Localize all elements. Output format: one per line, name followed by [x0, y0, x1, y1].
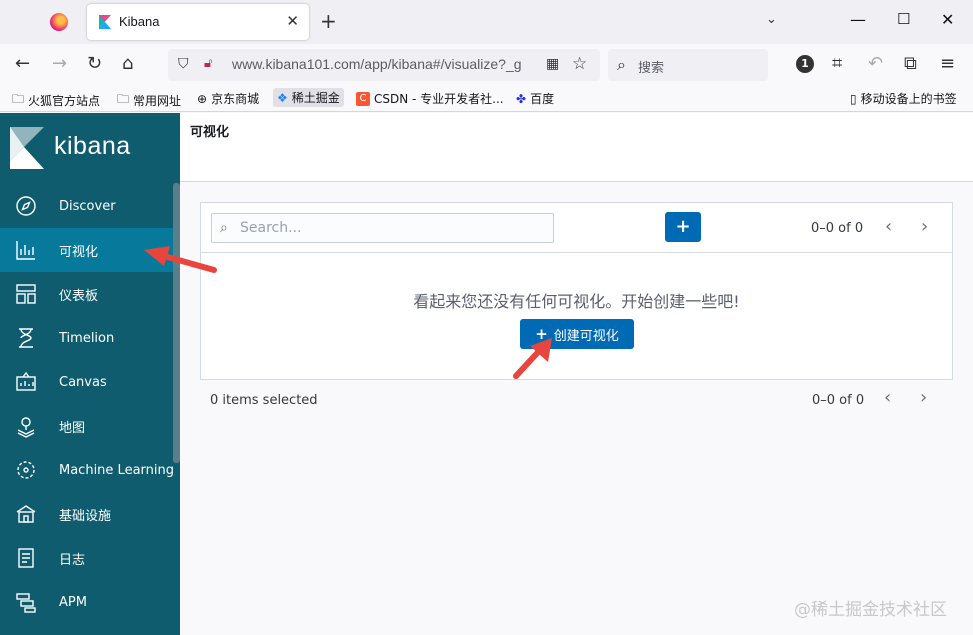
- sidebar-item-discover[interactable]: Discover: [0, 184, 172, 228]
- maximize-icon[interactable]: ☐: [897, 10, 910, 28]
- kibana-favicon-icon: [99, 15, 111, 29]
- sidebar-item-timelion[interactable]: Timelion: [0, 316, 172, 360]
- ml-icon: [17, 461, 35, 479]
- search-input[interactable]: [240, 218, 540, 238]
- chevron-left-icon[interactable]: ‹: [885, 216, 892, 237]
- kibana-brand-text: kibana: [54, 132, 131, 160]
- sidebar-item-label: APM: [59, 594, 87, 610]
- logs-icon: [18, 548, 34, 568]
- reload-icon[interactable]: ↻: [87, 54, 102, 74]
- kibana-logo-icon: [10, 127, 44, 169]
- account-badge-icon[interactable]: 1: [796, 55, 814, 73]
- compass-icon: [16, 196, 36, 216]
- sidebar-item-label: 基础设施: [59, 508, 112, 524]
- bookmark-item[interactable]: 🗀 常用网址: [117, 90, 181, 111]
- create-visualization-label: 创建可视化: [553, 328, 619, 344]
- back-icon[interactable]: ←: [15, 54, 30, 74]
- browser-nav-bar: ← → ↻ ⌂ ⛉ 🔓︎ www.kibana101.com/app/kiban…: [0, 44, 973, 86]
- sidebar-item-machine-learning[interactable]: Machine Learning: [0, 448, 174, 492]
- bookmark-item[interactable]: ❖ 稀土掘金: [273, 88, 344, 107]
- dashboard-icon: [16, 284, 36, 304]
- sidebar-item-label: 仪表板: [59, 288, 99, 304]
- tab-title: Kibana: [119, 14, 160, 29]
- shield-icon[interactable]: ⛉: [178, 56, 189, 72]
- canvas-icon: [16, 371, 36, 391]
- qr-code-icon[interactable]: ▦: [546, 56, 559, 72]
- sidebar-item-infrastructure[interactable]: 基础设施: [0, 492, 172, 536]
- insecure-lock-icon[interactable]: 🔓︎: [204, 56, 212, 71]
- crop-icon[interactable]: ⌗: [832, 54, 842, 74]
- sidebar-item-canvas[interactable]: Canvas: [0, 360, 172, 404]
- browser-tab[interactable]: Kibana ✕: [87, 4, 309, 40]
- annotation-arrow-icon: [144, 246, 217, 273]
- sidebar-item-logs[interactable]: 日志: [0, 536, 172, 580]
- juejin-icon: ❖: [277, 90, 288, 105]
- kibana-sidebar: kibana Discover 可视化 仪表板 Timelion Canvas: [0, 113, 180, 635]
- chevron-left-icon[interactable]: ‹: [884, 387, 891, 408]
- apm-icon: [16, 593, 36, 613]
- bookmark-item[interactable]: ▯ 移动设备上的书签: [850, 90, 957, 107]
- folder-icon: 🗀: [117, 92, 130, 106]
- pager-count: 0–0 of 0: [811, 221, 864, 236]
- folder-icon: 🗀: [12, 92, 25, 106]
- bookmark-item[interactable]: 🗀 火狐官方站点: [12, 90, 100, 111]
- infrastructure-icon: [16, 505, 36, 523]
- pager-count-bottom: 0–0 of 0: [812, 393, 865, 408]
- sidebar-item-dashboard[interactable]: 仪表板: [0, 272, 172, 316]
- bookmark-item[interactable]: ⊕ 京东商城: [197, 90, 259, 107]
- new-tab-icon[interactable]: +: [320, 10, 337, 32]
- sidebar-item-label: 日志: [59, 552, 86, 568]
- add-visualization-button[interactable]: +: [665, 212, 701, 242]
- bookmark-item[interactable]: C CSDN - 专业开发者社...: [356, 90, 504, 107]
- sidebar-scrollbar[interactable]: [173, 183, 180, 463]
- sidebar-item-label: Timelion: [59, 330, 115, 346]
- bookmark-item[interactable]: ✤ 百度: [516, 90, 554, 107]
- timelion-icon: [19, 328, 33, 348]
- window-close-icon[interactable]: ✕: [941, 10, 954, 29]
- search-icon: ⌕: [617, 55, 626, 74]
- forward-icon[interactable]: →: [52, 54, 67, 74]
- undo-icon[interactable]: ↶: [868, 54, 883, 74]
- watermark-text: @稀土掘金技术社区: [794, 600, 947, 620]
- baidu-paw-icon: ✤: [516, 91, 527, 106]
- menu-icon[interactable]: ≡: [940, 54, 955, 74]
- sidebar-item-label: Machine Learning: [59, 462, 174, 478]
- kibana-brand[interactable]: kibana: [0, 113, 180, 181]
- browser-search-box[interactable]: ⌕ 搜索: [608, 49, 768, 81]
- search-field[interactable]: ⌕: [211, 213, 554, 243]
- visualizations-panel: ⌕ + 0–0 of 0 ‹ › 看起来您还没有任何可视化。开始创建一些吧! +…: [200, 202, 953, 380]
- page-title: 可视化: [190, 125, 230, 140]
- sidebar-item-label: Discover: [59, 198, 116, 214]
- url-text[interactable]: www.kibana101.com/app/kibana#/visualize?…: [232, 56, 548, 72]
- globe-icon: ⊕: [197, 91, 208, 106]
- chevron-right-icon[interactable]: ›: [920, 387, 927, 408]
- close-tab-icon[interactable]: ✕: [286, 12, 299, 30]
- empty-state-message: 看起来您还没有任何可视化。开始创建一些吧!: [413, 292, 740, 311]
- map-icon: [17, 417, 35, 438]
- csdn-icon: C: [356, 91, 370, 106]
- browser-tab-bar: Kibana ✕ + ⌄ — ☐ ✕: [0, 0, 973, 44]
- sidebar-item-apm[interactable]: APM: [0, 580, 172, 624]
- extensions-icon[interactable]: ⧉: [904, 54, 917, 74]
- sidebar-item-label: 可视化: [59, 244, 99, 260]
- annotation-arrow-icon: [513, 338, 552, 379]
- panel-toolbar: ⌕ + 0–0 of 0 ‹ ›: [201, 203, 952, 253]
- chevron-right-icon[interactable]: ›: [921, 216, 928, 237]
- search-icon: ⌕: [220, 220, 228, 236]
- browser-search-placeholder: 搜索: [638, 61, 665, 76]
- url-bar[interactable]: ⛉ 🔓︎ www.kibana101.com/app/kibana#/visua…: [168, 49, 600, 81]
- bookmark-star-icon[interactable]: ☆: [572, 54, 587, 74]
- page-header: 可视化: [180, 113, 973, 182]
- chevron-down-icon[interactable]: ⌄: [766, 12, 777, 27]
- bookmarks-bar: 🗀 火狐官方站点 🗀 常用网址 ⊕ 京东商城 ❖ 稀土掘金 C CSDN - 专业开发者社…: [0, 86, 973, 112]
- home-icon[interactable]: ⌂: [122, 54, 133, 74]
- sidebar-item-label: 地图: [59, 420, 86, 436]
- sidebar-item-label: Canvas: [59, 374, 107, 390]
- selection-status: 0 items selected: [210, 393, 318, 408]
- visualize-icon: [16, 241, 35, 260]
- mobile-icon: ▯: [850, 91, 857, 106]
- firefox-icon[interactable]: [50, 13, 68, 31]
- sidebar-item-maps[interactable]: 地图: [0, 404, 172, 448]
- minimize-icon[interactable]: —: [850, 10, 866, 29]
